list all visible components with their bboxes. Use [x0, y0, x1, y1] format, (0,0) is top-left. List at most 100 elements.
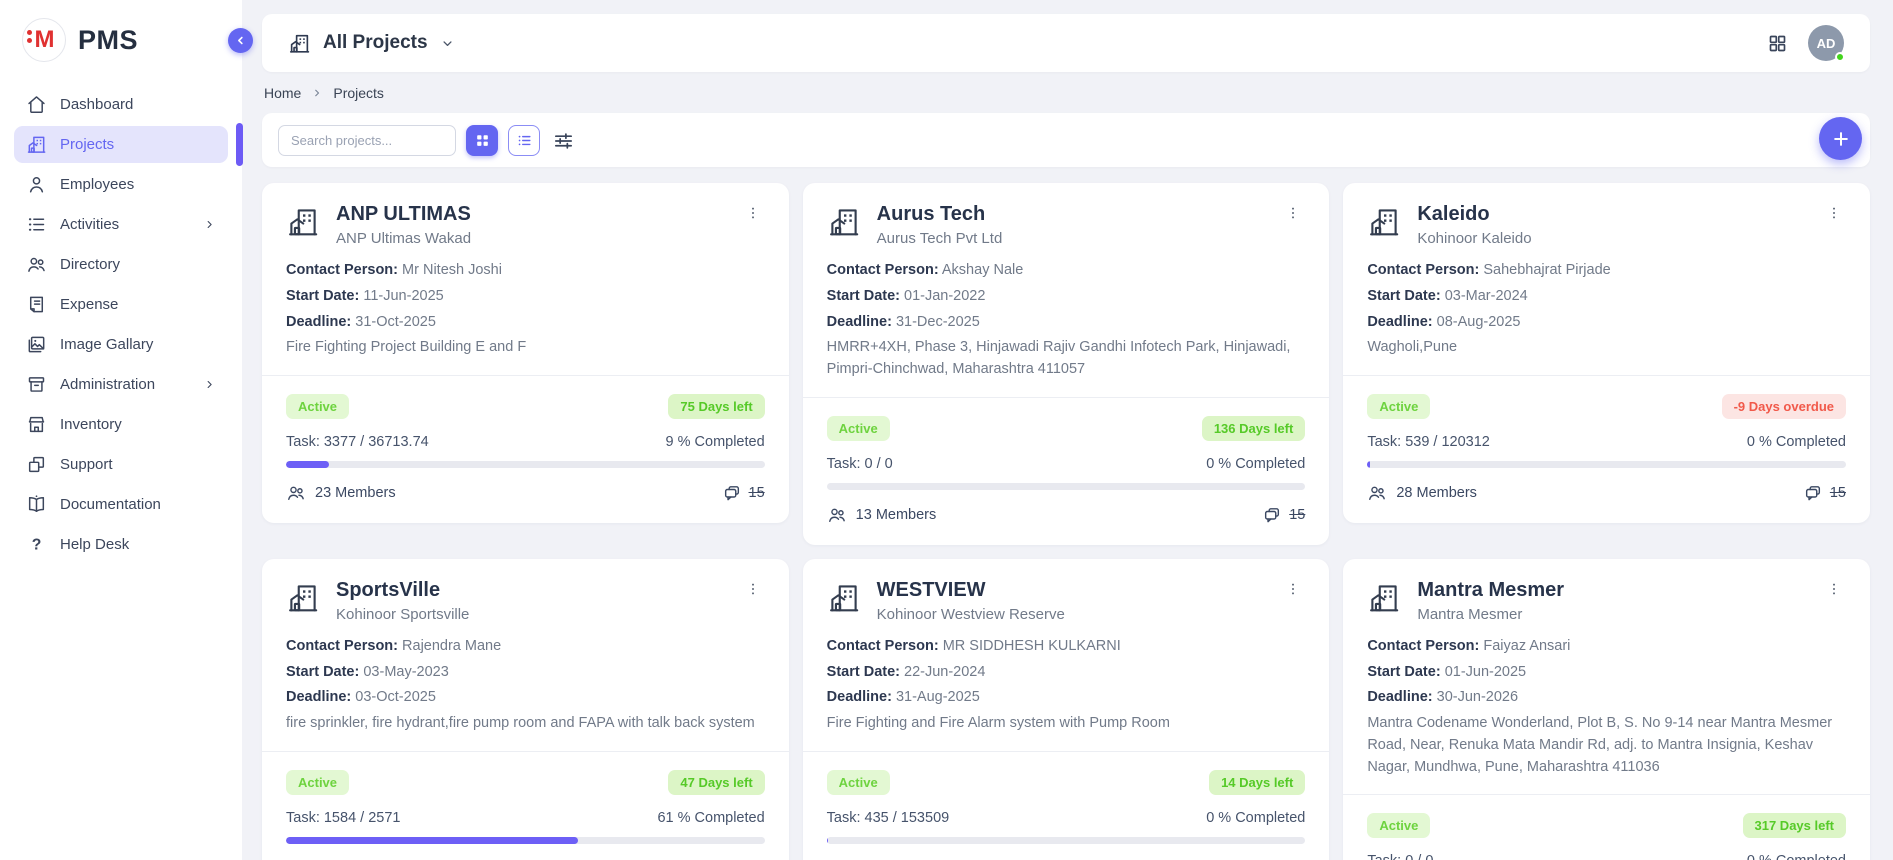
archive-icon [26, 374, 47, 395]
project-description: Fire Fighting Project Building E and F [286, 337, 765, 359]
start-value: 11-Jun-2025 [363, 288, 443, 304]
chat-icon [1803, 483, 1823, 503]
sidebar-item-label: Administration [60, 376, 190, 393]
sidebar-item-help-desk[interactable]: ?Help Desk [14, 526, 228, 563]
days-badge: 47 Days left [668, 770, 764, 795]
contact-label: Contact Person: [286, 638, 398, 654]
contact-row: Contact Person: Akshay Nale [827, 260, 1306, 282]
deadline-row: Deadline: 08-Aug-2025 [1367, 312, 1846, 334]
apps-grid-button[interactable] [1767, 33, 1788, 54]
status-badge: Active [1367, 394, 1430, 419]
project-card[interactable]: ANP ULTIMAS ANP Ultimas Wakad Contact Pe… [262, 183, 789, 523]
project-description: Mantra Codename Wonderland, Plot B, S. N… [1367, 713, 1846, 778]
project-subtitle: ANP Ultimas Wakad [336, 230, 725, 247]
deadline-value: 31-Dec-2025 [896, 314, 980, 330]
contact-row: Contact Person: Mr Nitesh Joshi [286, 260, 765, 282]
sidebar-collapse-button[interactable] [228, 28, 253, 53]
project-selector[interactable]: All Projects [288, 32, 455, 55]
sidebar-item-label: Employees [60, 176, 216, 193]
progress-bar [286, 461, 765, 468]
grid-view-button[interactable] [466, 125, 498, 156]
user-avatar[interactable]: AD [1808, 25, 1844, 61]
add-project-button[interactable] [1819, 117, 1862, 160]
sidebar-item-inventory[interactable]: Inventory [14, 406, 228, 443]
sidebar-item-image-gallary[interactable]: Image Gallary [14, 326, 228, 363]
project-card[interactable]: Kaleido Kohinoor Kaleido Contact Person:… [1343, 183, 1870, 523]
deadline-label: Deadline: [827, 314, 892, 330]
start-label: Start Date: [827, 664, 900, 680]
card-menu-button[interactable] [1281, 579, 1305, 599]
members-icon [286, 483, 306, 503]
sidebar-item-directory[interactable]: Directory [14, 246, 228, 283]
task-count: Task: 0 / 0 [1367, 853, 1433, 860]
project-card[interactable]: WESTVIEW Kohinoor Westview Reserve Conta… [803, 559, 1330, 860]
chevron-right-icon [311, 87, 323, 99]
sidebar: M PMS Dashboard Projects Employees Activiti… [0, 0, 242, 860]
svg-text:?: ? [32, 536, 42, 553]
card-menu-button[interactable] [1281, 203, 1305, 223]
progress-bar [1367, 461, 1846, 468]
sidebar-item-label: Support [60, 456, 216, 473]
chat-indicator[interactable]: 15 [1803, 483, 1846, 503]
project-card[interactable]: Aurus Tech Aurus Tech Pvt Ltd Contact Pe… [803, 183, 1330, 545]
building-icon [827, 581, 861, 615]
project-description: HMRR+4XH, Phase 3, Hinjawadi Rajiv Gandh… [827, 337, 1306, 381]
sidebar-item-administration[interactable]: Administration [14, 366, 228, 403]
sidebar-item-label: Dashboard [60, 96, 216, 113]
chat-icon [722, 483, 742, 503]
days-badge: 317 Days left [1743, 813, 1847, 838]
book-icon [26, 494, 47, 515]
receipt-icon [26, 294, 47, 315]
progress-fill [827, 837, 828, 844]
project-card[interactable]: SportsVille Kohinoor Sportsville Contact… [262, 559, 789, 860]
sidebar-item-expense[interactable]: Expense [14, 286, 228, 323]
card-menu-button[interactable] [741, 203, 765, 223]
start-value: 03-Mar-2024 [1445, 288, 1528, 304]
divider [803, 751, 1330, 752]
members-count: 28 Members [1396, 485, 1477, 501]
kebab-icon [1285, 205, 1301, 221]
app-logo: M PMS [0, 0, 242, 72]
members-icon [827, 505, 847, 525]
chat-indicator[interactable]: 15 [1262, 505, 1305, 525]
progress-fill [286, 837, 578, 844]
sidebar-item-label: Expense [60, 296, 216, 313]
contact-value: Sahebhajrat Pirjade [1483, 262, 1610, 278]
card-menu-button[interactable] [1822, 579, 1846, 599]
days-badge: 136 Days left [1202, 416, 1306, 441]
chat-count: 15 [1830, 485, 1846, 501]
start-date-row: Start Date: 22-Jun-2024 [827, 662, 1306, 684]
task-count: Task: 539 / 120312 [1367, 434, 1490, 450]
list-view-button[interactable] [508, 125, 540, 156]
list-view-icon [516, 132, 533, 149]
sidebar-item-documentation[interactable]: Documentation [14, 486, 228, 523]
start-date-row: Start Date: 01-Jan-2022 [827, 286, 1306, 308]
completed-percent: 61 % Completed [657, 810, 764, 826]
chat-indicator[interactable]: 15 [722, 483, 765, 503]
contact-row: Contact Person: MR SIDDHESH KULKARNI [827, 636, 1306, 658]
divider [1343, 794, 1870, 795]
sidebar-item-support[interactable]: Support [14, 446, 228, 483]
sidebar-item-projects[interactable]: Projects [14, 126, 228, 163]
sidebar-item-activities[interactable]: Activities [14, 206, 228, 243]
sidebar-item-dashboard[interactable]: Dashboard [14, 86, 228, 123]
breadcrumb-home[interactable]: Home [264, 85, 301, 101]
people-icon [26, 254, 47, 275]
contact-label: Contact Person: [1367, 638, 1479, 654]
deadline-value: 08-Aug-2025 [1437, 314, 1521, 330]
sidebar-item-employees[interactable]: Employees [14, 166, 228, 203]
progress-fill [286, 461, 329, 468]
deadline-value: 30-Jun-2026 [1437, 689, 1518, 705]
project-subtitle: Kohinoor Sportsville [336, 606, 725, 623]
start-label: Start Date: [1367, 288, 1440, 304]
project-card[interactable]: Mantra Mesmer Mantra Mesmer Contact Pers… [1343, 559, 1870, 860]
card-menu-button[interactable] [1822, 203, 1846, 223]
kebab-icon [1826, 205, 1842, 221]
start-value: 03-May-2023 [363, 664, 448, 680]
card-menu-button[interactable] [741, 579, 765, 599]
search-input[interactable] [278, 125, 456, 156]
start-date-row: Start Date: 03-Mar-2024 [1367, 286, 1846, 308]
filter-button[interactable] [552, 129, 575, 152]
completed-percent: 0 % Completed [1747, 434, 1846, 450]
projects-toolbar [262, 113, 1870, 167]
